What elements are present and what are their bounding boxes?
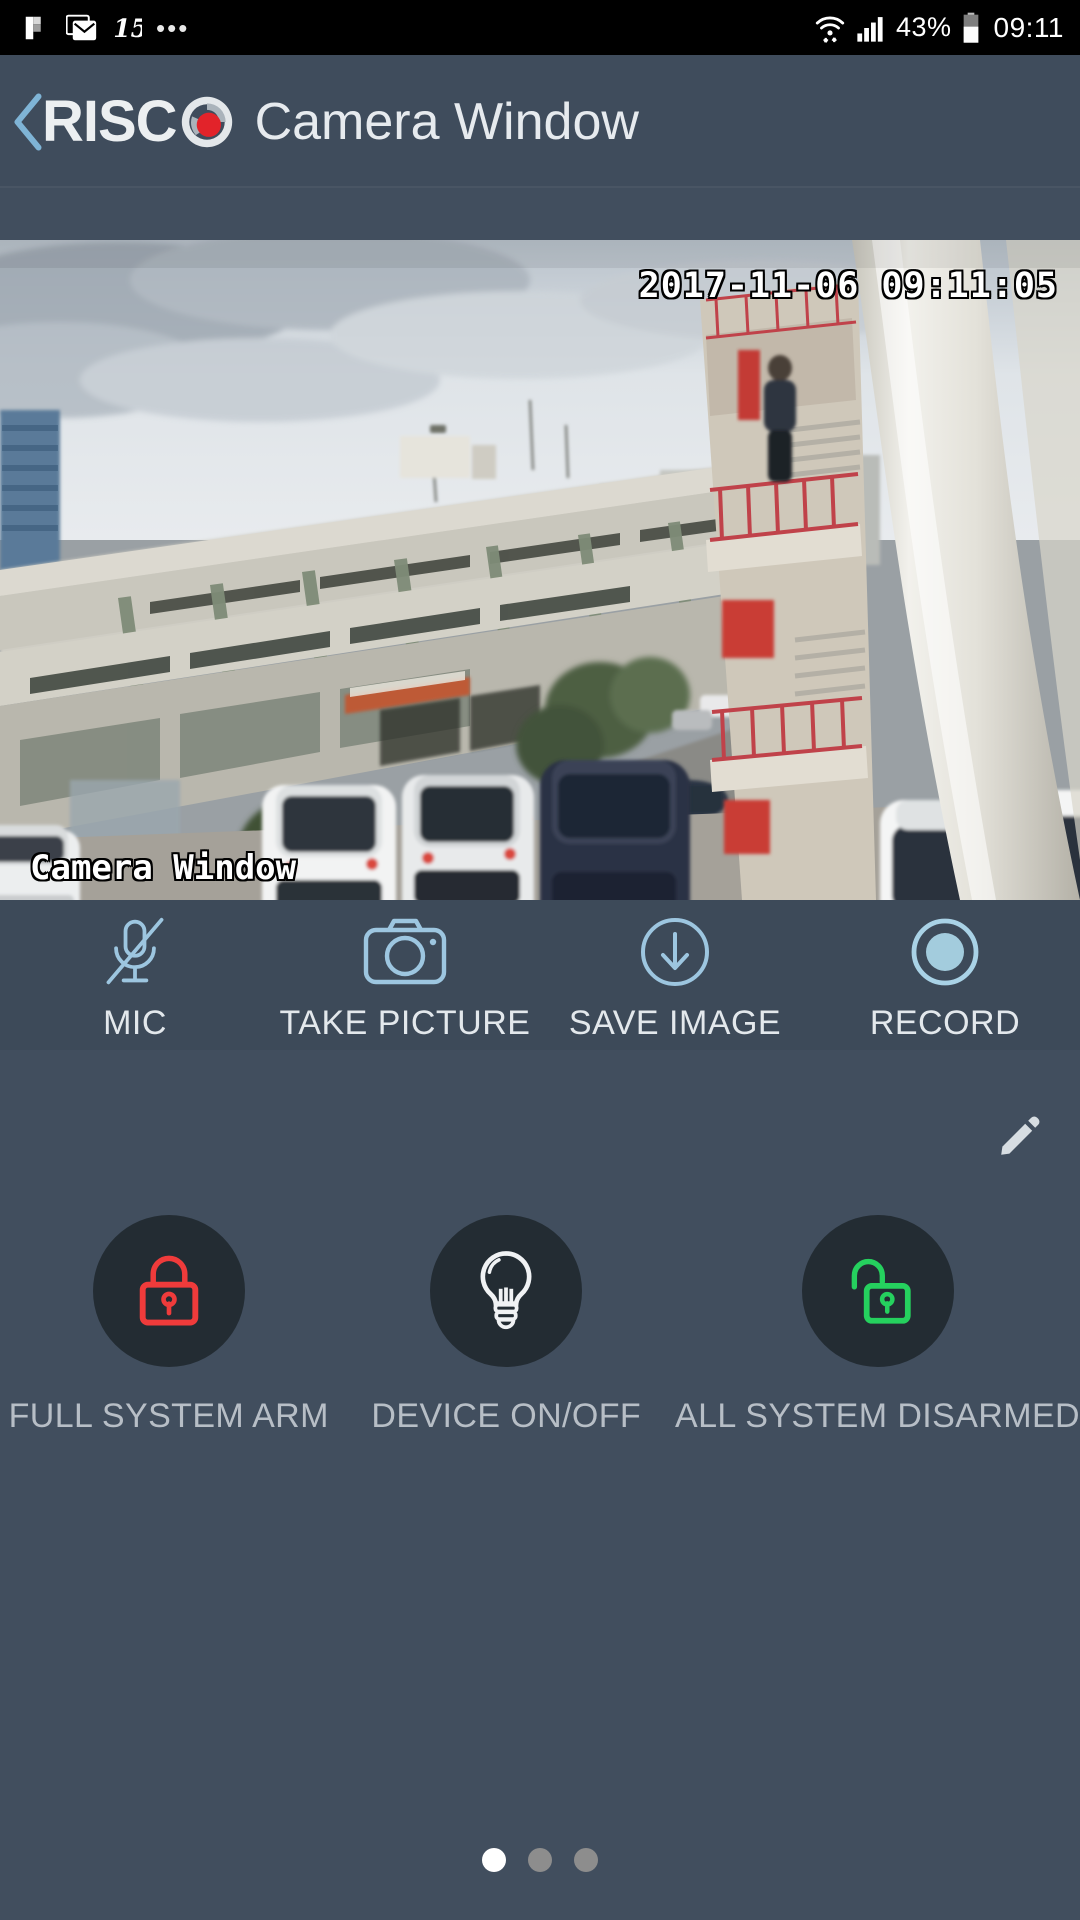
lock-open-icon [851, 1259, 911, 1324]
status-bar-left-icons: 15 ••• [22, 13, 814, 43]
download-circle-icon [639, 916, 711, 988]
status-bar-right-icons: 43% 09:11 [814, 11, 1064, 45]
all-system-disarmed-label: ALL SYSTEM DISARMED [675, 1397, 1080, 1435]
save-image-label: SAVE IMAGE [568, 1004, 782, 1042]
pencil-icon [1001, 1116, 1040, 1155]
app-header: RISC Camera Window [0, 55, 1080, 188]
risco-logo: RISC [42, 88, 235, 155]
email-icon [66, 14, 97, 40]
cell-signal-icon [857, 16, 883, 42]
camera-timestamp: 2017-11-06 09:11:05 [638, 266, 1058, 306]
battery-percent-text: 43% [895, 12, 952, 42]
device-on-off-circle [430, 1215, 583, 1367]
status-more-dots: ••• [156, 12, 190, 43]
action-button-row: FULL SYSTEM ARM DEVICE ON/OFF ALL SYSTEM… [0, 1215, 1080, 1475]
wifi-icon [815, 16, 845, 43]
camera-name-overlay: Camera Window [30, 848, 297, 888]
record-label: RECORD [869, 1004, 1021, 1042]
app-root: 15 ••• 43% [0, 0, 1080, 1920]
mic-button[interactable]: MIC [0, 900, 270, 1050]
battery-icon [963, 12, 978, 43]
status-bar: 15 ••• 43% [0, 0, 1080, 55]
camera-feed-image [0, 240, 1080, 900]
lightbulb-icon [480, 1251, 532, 1330]
lock-closed-icon [139, 1255, 199, 1326]
svg-text:15: 15 [113, 13, 142, 42]
page-dot-1[interactable] [482, 1848, 506, 1872]
full-system-arm-label: FULL SYSTEM ARM [8, 1397, 329, 1435]
take-picture-button[interactable]: TAKE PICTURE [270, 900, 540, 1050]
take-picture-label: TAKE PICTURE [279, 1004, 531, 1042]
page-dot-3[interactable] [574, 1848, 598, 1872]
device-on-off-label: DEVICE ON/OFF [371, 1397, 642, 1435]
status-bar-clock: 09:11 [993, 11, 1064, 43]
camera-control-bar: MIC TAKE PICTURE SAVE IMAGE RECORD [0, 900, 1080, 1050]
risco-wordmark: RISC [42, 89, 178, 154]
page-indicator [0, 1848, 1080, 1872]
header-divider [0, 186, 1080, 188]
back-chevron-icon[interactable] [10, 90, 46, 154]
edit-row [0, 1050, 1080, 1210]
all-system-disarmed-button[interactable]: ALL SYSTEM DISARMED [675, 1215, 1080, 1475]
mic-button-label: MIC [103, 1004, 167, 1042]
camera-icon [363, 916, 447, 988]
full-system-arm-circle [92, 1215, 245, 1367]
record-button[interactable]: RECORD [810, 900, 1080, 1050]
device-on-off-button[interactable]: DEVICE ON/OFF [338, 1215, 676, 1475]
page-title: Camera Window [254, 92, 639, 151]
record-circle-icon [909, 916, 981, 988]
all-system-disarmed-circle [801, 1215, 954, 1367]
page-dot-2[interactable] [528, 1848, 552, 1872]
mic-muted-icon [102, 916, 168, 988]
full-system-arm-button[interactable]: FULL SYSTEM ARM [0, 1215, 338, 1475]
save-image-button[interactable]: SAVE IMAGE [540, 900, 810, 1050]
edit-button[interactable] [996, 1112, 1044, 1165]
risco-aperture-logo-icon [181, 96, 232, 147]
flipboard-icon [25, 16, 41, 39]
camera-view[interactable]: 2017-11-06 09:11:05 Camera Window [0, 240, 1080, 900]
fifteen-icon: 15 [113, 13, 142, 42]
